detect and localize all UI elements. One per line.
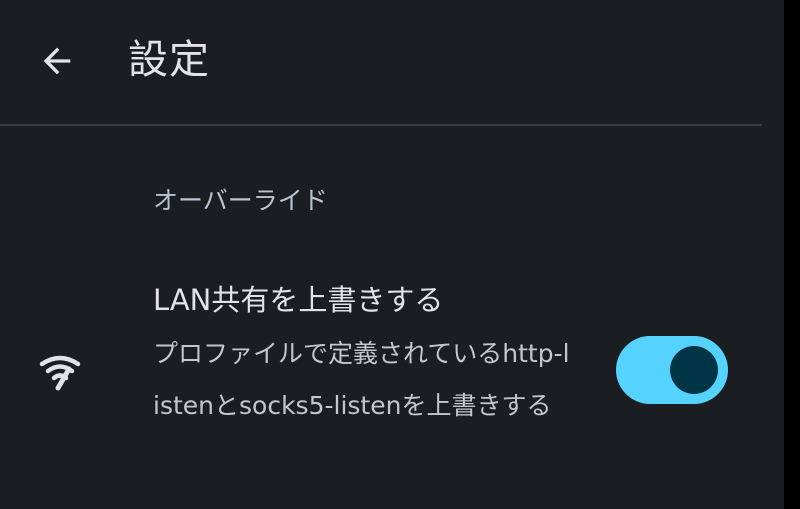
divider <box>0 124 762 126</box>
switch-thumb <box>670 346 718 394</box>
override-lan-share-switch[interactable] <box>616 336 728 404</box>
section-header-override: オーバーライド <box>153 186 328 215</box>
setting-override-lan-share[interactable]: LAN共有を上書きする プロファイルで定義されているhttp-listenとso… <box>0 270 784 470</box>
top-app-bar: 設定 <box>0 0 784 124</box>
setting-summary: プロファイルで定義されているhttp-listenとsocks5-listenを… <box>153 339 570 420</box>
arrow-back-icon <box>43 47 71 75</box>
wifi-share-icon <box>39 355 81 391</box>
back-button[interactable] <box>26 30 88 92</box>
setting-title: LAN共有を上書きする <box>153 283 444 317</box>
screen-edge <box>784 0 800 509</box>
settings-screen: 設定 オーバーライド LAN共有を上書きする プロファイルで定義されているhtt… <box>0 0 800 509</box>
page-title: 設定 <box>128 37 210 83</box>
